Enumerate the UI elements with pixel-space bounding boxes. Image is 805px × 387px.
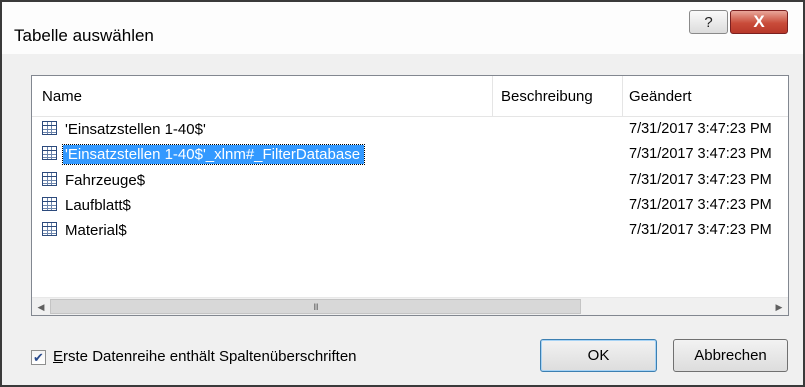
item-name: 'Einsatzstellen 1-40$'_xlnm#_FilterDatab… bbox=[61, 144, 366, 165]
item-changed: 7/31/2017 3:47:23 PM bbox=[629, 172, 772, 188]
close-button[interactable]: X bbox=[730, 10, 788, 34]
column-divider[interactable] bbox=[492, 76, 493, 116]
item-name: Fahrzeuge$ bbox=[65, 172, 146, 189]
first-row-headers-label[interactable]: Erste Datenreihe enthält Spaltenüberschr… bbox=[53, 348, 357, 365]
item-name: Material$ bbox=[65, 222, 127, 239]
item-changed: 7/31/2017 3:47:23 PM bbox=[629, 197, 772, 213]
table-icon bbox=[42, 222, 57, 236]
label-text: rste Datenreihe enthält Spaltenüberschri… bbox=[63, 348, 357, 365]
column-header-description[interactable]: Beschreibung bbox=[501, 88, 593, 105]
item-changed: 7/31/2017 3:47:23 PM bbox=[629, 146, 772, 162]
table-icon bbox=[42, 197, 57, 211]
scrollbar-thumb[interactable]: III bbox=[50, 299, 581, 314]
ok-label: OK bbox=[587, 347, 610, 364]
list-item-selected[interactable]: 'Einsatzstellen 1-40$'_xlnm#_FilterDatab… bbox=[32, 143, 788, 165]
scroll-left-button[interactable]: ◀ bbox=[32, 298, 50, 316]
dialog-title: Tabelle auswählen bbox=[14, 26, 154, 45]
label-accelerator: E bbox=[53, 348, 64, 365]
column-header-changed[interactable]: Geändert bbox=[629, 88, 692, 105]
scroll-right-button[interactable]: ▶ bbox=[770, 298, 788, 316]
help-icon: ? bbox=[704, 13, 713, 31]
column-divider[interactable] bbox=[622, 76, 623, 116]
arrow-right-icon: ▶ bbox=[775, 301, 783, 312]
ok-button[interactable]: OK bbox=[540, 339, 657, 372]
cancel-button[interactable]: Abbrechen bbox=[673, 339, 788, 372]
list-item[interactable]: 'Einsatzstellen 1-40$' 7/31/2017 3:47:23… bbox=[32, 118, 788, 140]
table-icon bbox=[42, 172, 57, 186]
table-icon bbox=[42, 121, 57, 135]
close-icon: X bbox=[753, 12, 765, 31]
title-bar[interactable]: Tabelle auswählen ? X bbox=[2, 2, 803, 54]
grip-icon: III bbox=[313, 301, 318, 312]
checkmark-icon: ✔ bbox=[33, 350, 44, 365]
item-name: Laufblatt$ bbox=[65, 197, 131, 214]
horizontal-scrollbar[interactable]: ◀ III ▶ bbox=[32, 297, 788, 315]
item-name: 'Einsatzstellen 1-40$' bbox=[65, 121, 206, 138]
table-list[interactable]: Name Beschreibung Geändert 'Einsatzstell… bbox=[31, 75, 789, 316]
list-header: Name Beschreibung Geändert bbox=[32, 76, 788, 117]
help-button[interactable]: ? bbox=[689, 10, 728, 34]
select-table-dialog: Tabelle auswählen ? X Name Beschreibung … bbox=[0, 0, 805, 387]
cancel-label: Abbrechen bbox=[694, 347, 767, 364]
table-icon bbox=[42, 146, 57, 160]
item-changed: 7/31/2017 3:47:23 PM bbox=[629, 222, 772, 238]
item-changed: 7/31/2017 3:47:23 PM bbox=[629, 121, 772, 137]
list-item[interactable]: Laufblatt$ 7/31/2017 3:47:23 PM bbox=[32, 194, 788, 216]
first-row-headers-checkbox[interactable]: ✔ bbox=[31, 350, 46, 365]
list-item[interactable]: Fahrzeuge$ 7/31/2017 3:47:23 PM bbox=[32, 169, 788, 191]
arrow-left-icon: ◀ bbox=[37, 301, 45, 312]
list-item[interactable]: Material$ 7/31/2017 3:47:23 PM bbox=[32, 219, 788, 241]
column-header-name[interactable]: Name bbox=[42, 88, 82, 105]
